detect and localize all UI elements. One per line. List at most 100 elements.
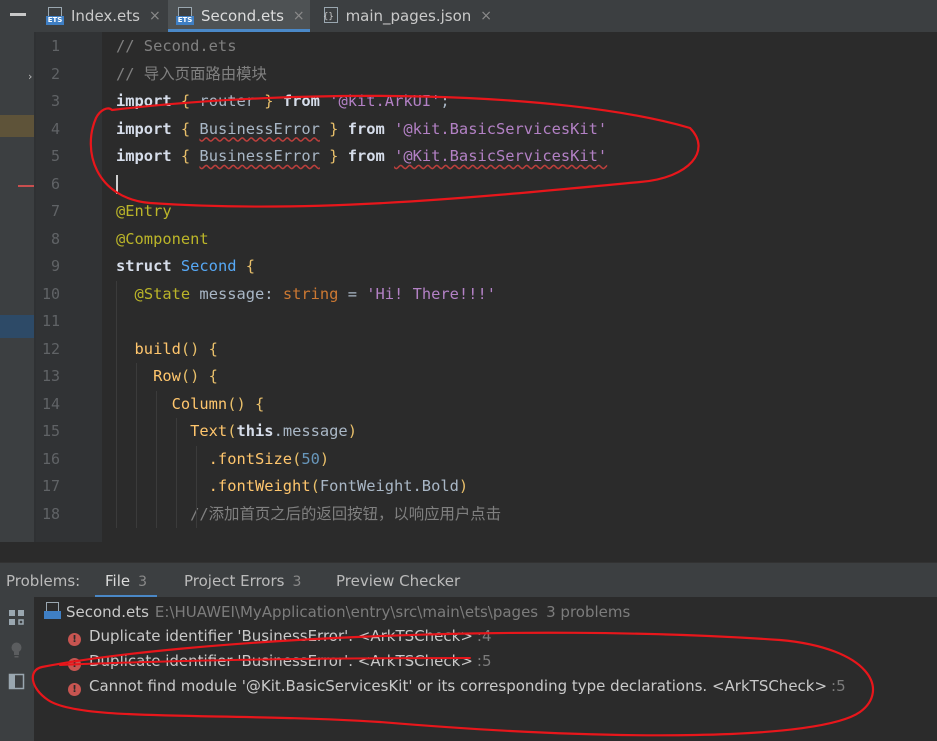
code-line-text: import { BusinessError } from '@kit.Basi… bbox=[116, 116, 607, 143]
code-line-text: struct Second { bbox=[116, 253, 255, 280]
code-token: from bbox=[347, 119, 385, 138]
code-line[interactable]: .fontSize(50) bbox=[102, 446, 937, 473]
code-line[interactable]: import { BusinessError } from '@kit.Basi… bbox=[102, 116, 937, 143]
group-by-icon[interactable] bbox=[8, 609, 25, 626]
problem-file-path: E:\HUAWEI\MyApplication\entry\src\main\e… bbox=[154, 603, 539, 621]
problem-message: Duplicate identifier 'BusinessError'. <A… bbox=[89, 652, 473, 670]
line-number: 14 bbox=[41, 394, 60, 413]
menu-icon[interactable] bbox=[10, 13, 26, 16]
code-line[interactable]: build() { bbox=[102, 336, 937, 363]
preview-panel-icon[interactable] bbox=[8, 673, 25, 690]
line-number: 6 bbox=[50, 174, 60, 193]
code-token: 'Hi! There!!!' bbox=[366, 284, 496, 303]
code-line-text: Text(this.message) bbox=[116, 418, 357, 445]
text-caret bbox=[116, 174, 118, 194]
code-line[interactable]: @Component bbox=[102, 226, 937, 253]
tab-main-pages-json[interactable]: {} main_pages.json × bbox=[322, 0, 492, 32]
tab-preview-checker[interactable]: Preview Checker bbox=[336, 563, 460, 598]
line-number: 4 bbox=[50, 119, 60, 138]
close-icon[interactable]: × bbox=[293, 8, 305, 24]
problems-tool-window-header: Problems: File 3 Project Errors 3 Preview … bbox=[0, 562, 937, 598]
code-line[interactable]: Text(this.message) bbox=[102, 418, 937, 445]
close-icon[interactable]: × bbox=[480, 8, 492, 24]
problem-location: :4 bbox=[476, 627, 492, 645]
line-number: 5 bbox=[50, 147, 60, 165]
line-number: 12 bbox=[41, 339, 60, 358]
tab-second-ets[interactable]: ETS Second.ets × bbox=[168, 0, 310, 32]
tab-file-label: File bbox=[105, 572, 131, 590]
indent-guide bbox=[136, 363, 137, 528]
code-token: //添加首页之后的返回按钮，以响应用户点击 bbox=[116, 504, 502, 523]
problem-location: :5 bbox=[831, 677, 846, 695]
code-token: import bbox=[116, 92, 172, 110]
problem-item[interactable]: ! Duplicate identifier 'BusinessError'. <… bbox=[68, 623, 492, 649]
code-line[interactable] bbox=[102, 171, 937, 198]
json-file-icon: {} bbox=[322, 6, 339, 26]
error-icon: ! bbox=[68, 683, 81, 696]
tab-project-errors[interactable]: Project Errors 3 bbox=[184, 563, 301, 598]
code-line[interactable]: import { BusinessError } from '@Kit.Basi… bbox=[102, 143, 937, 170]
tab-file[interactable]: File 3 bbox=[94, 563, 158, 598]
code-line[interactable]: Column() { bbox=[102, 391, 937, 418]
code-line[interactable] bbox=[102, 308, 937, 335]
code-token: = bbox=[338, 284, 367, 303]
problem-item[interactable]: ! Cannot find module '@Kit.BasicServicesK… bbox=[68, 673, 846, 699]
line-number: 2 bbox=[50, 64, 60, 83]
code-token: .fontSize bbox=[116, 449, 293, 468]
code-line[interactable]: @State message: string = 'Hi! There!!!' bbox=[102, 281, 937, 308]
code-token: @State bbox=[134, 284, 191, 303]
code-line-text: .fontSize(50) bbox=[116, 446, 330, 473]
code-line[interactable]: // Second.ets bbox=[102, 33, 937, 60]
code-line-text: @Component bbox=[116, 226, 209, 253]
line-number: 11 bbox=[41, 312, 60, 330]
tab-label: main_pages.json bbox=[345, 7, 472, 25]
code-token: '@kit.ArkUI' bbox=[329, 92, 441, 110]
collapse-icon[interactable]: › bbox=[28, 70, 32, 83]
line-number: 9 bbox=[50, 257, 60, 275]
ets-file-icon: ETS bbox=[176, 6, 194, 26]
code-token: // Second.ets bbox=[116, 37, 237, 55]
code-token: import bbox=[116, 119, 172, 138]
problem-message: Duplicate identifier 'BusinessError'. <A… bbox=[89, 627, 473, 645]
indent-guide bbox=[196, 445, 197, 528]
code-token: this bbox=[236, 422, 274, 440]
code-editor[interactable]: // Second.ets // 导入页面路由模块 import { router … bbox=[102, 32, 937, 542]
close-icon[interactable]: × bbox=[149, 8, 161, 24]
problem-file-node[interactable]: Second.ets E:\HUAWEI\MyApplication\entry\… bbox=[44, 599, 630, 625]
code-token: FontWeight.Bold bbox=[319, 477, 459, 495]
code-line-text: Row() { bbox=[116, 363, 218, 390]
code-line[interactable]: //添加首页之后的返回按钮，以响应用户点击 bbox=[102, 501, 937, 528]
code-token: from bbox=[347, 147, 385, 165]
code-line[interactable]: import { router } from '@kit.ArkUI'; bbox=[102, 88, 937, 115]
line-number: 13 bbox=[41, 367, 60, 385]
lightbulb-icon[interactable] bbox=[8, 641, 25, 658]
code-line[interactable]: .fontWeight(FontWeight.Bold) bbox=[102, 473, 937, 500]
code-token: import bbox=[116, 147, 172, 165]
code-token: '@Kit.BasicServicesKit' bbox=[394, 147, 608, 165]
code-line-text: //添加首页之后的返回按钮，以响应用户点击 bbox=[116, 501, 501, 528]
tab-index-ets[interactable]: ETS Index.ets × bbox=[46, 0, 164, 32]
code-token: { bbox=[171, 147, 200, 165]
code-line[interactable]: Row() { bbox=[102, 363, 937, 390]
code-line[interactable]: @Entry bbox=[102, 198, 937, 225]
line-number: 16 bbox=[41, 449, 60, 468]
code-line-text: build() { bbox=[116, 336, 218, 363]
line-number: 3 bbox=[50, 92, 60, 110]
code-line[interactable]: struct Second { bbox=[102, 253, 937, 280]
code-line-text: @State message: string = 'Hi! There!!!' bbox=[116, 281, 496, 308]
error-icon: ! bbox=[68, 633, 81, 646]
code-token: ( bbox=[292, 449, 302, 468]
code-token: '@kit.BasicServicesKit' bbox=[394, 119, 608, 138]
code-token: @Entry bbox=[116, 202, 172, 220]
code-token: BusinessError bbox=[199, 147, 320, 165]
selection-marker bbox=[0, 315, 34, 338]
code-token: ( bbox=[310, 477, 320, 495]
problem-item[interactable]: ! Duplicate identifier 'BusinessError'. <… bbox=[68, 648, 492, 674]
indent-guide bbox=[176, 418, 177, 528]
code-line[interactable]: // 导入页面路由模块 bbox=[102, 61, 937, 88]
problems-list-panel: Second.ets E:\HUAWEI\MyApplication\entry\… bbox=[0, 597, 937, 741]
code-token: Row bbox=[116, 367, 181, 385]
code-token: ; bbox=[440, 92, 450, 110]
